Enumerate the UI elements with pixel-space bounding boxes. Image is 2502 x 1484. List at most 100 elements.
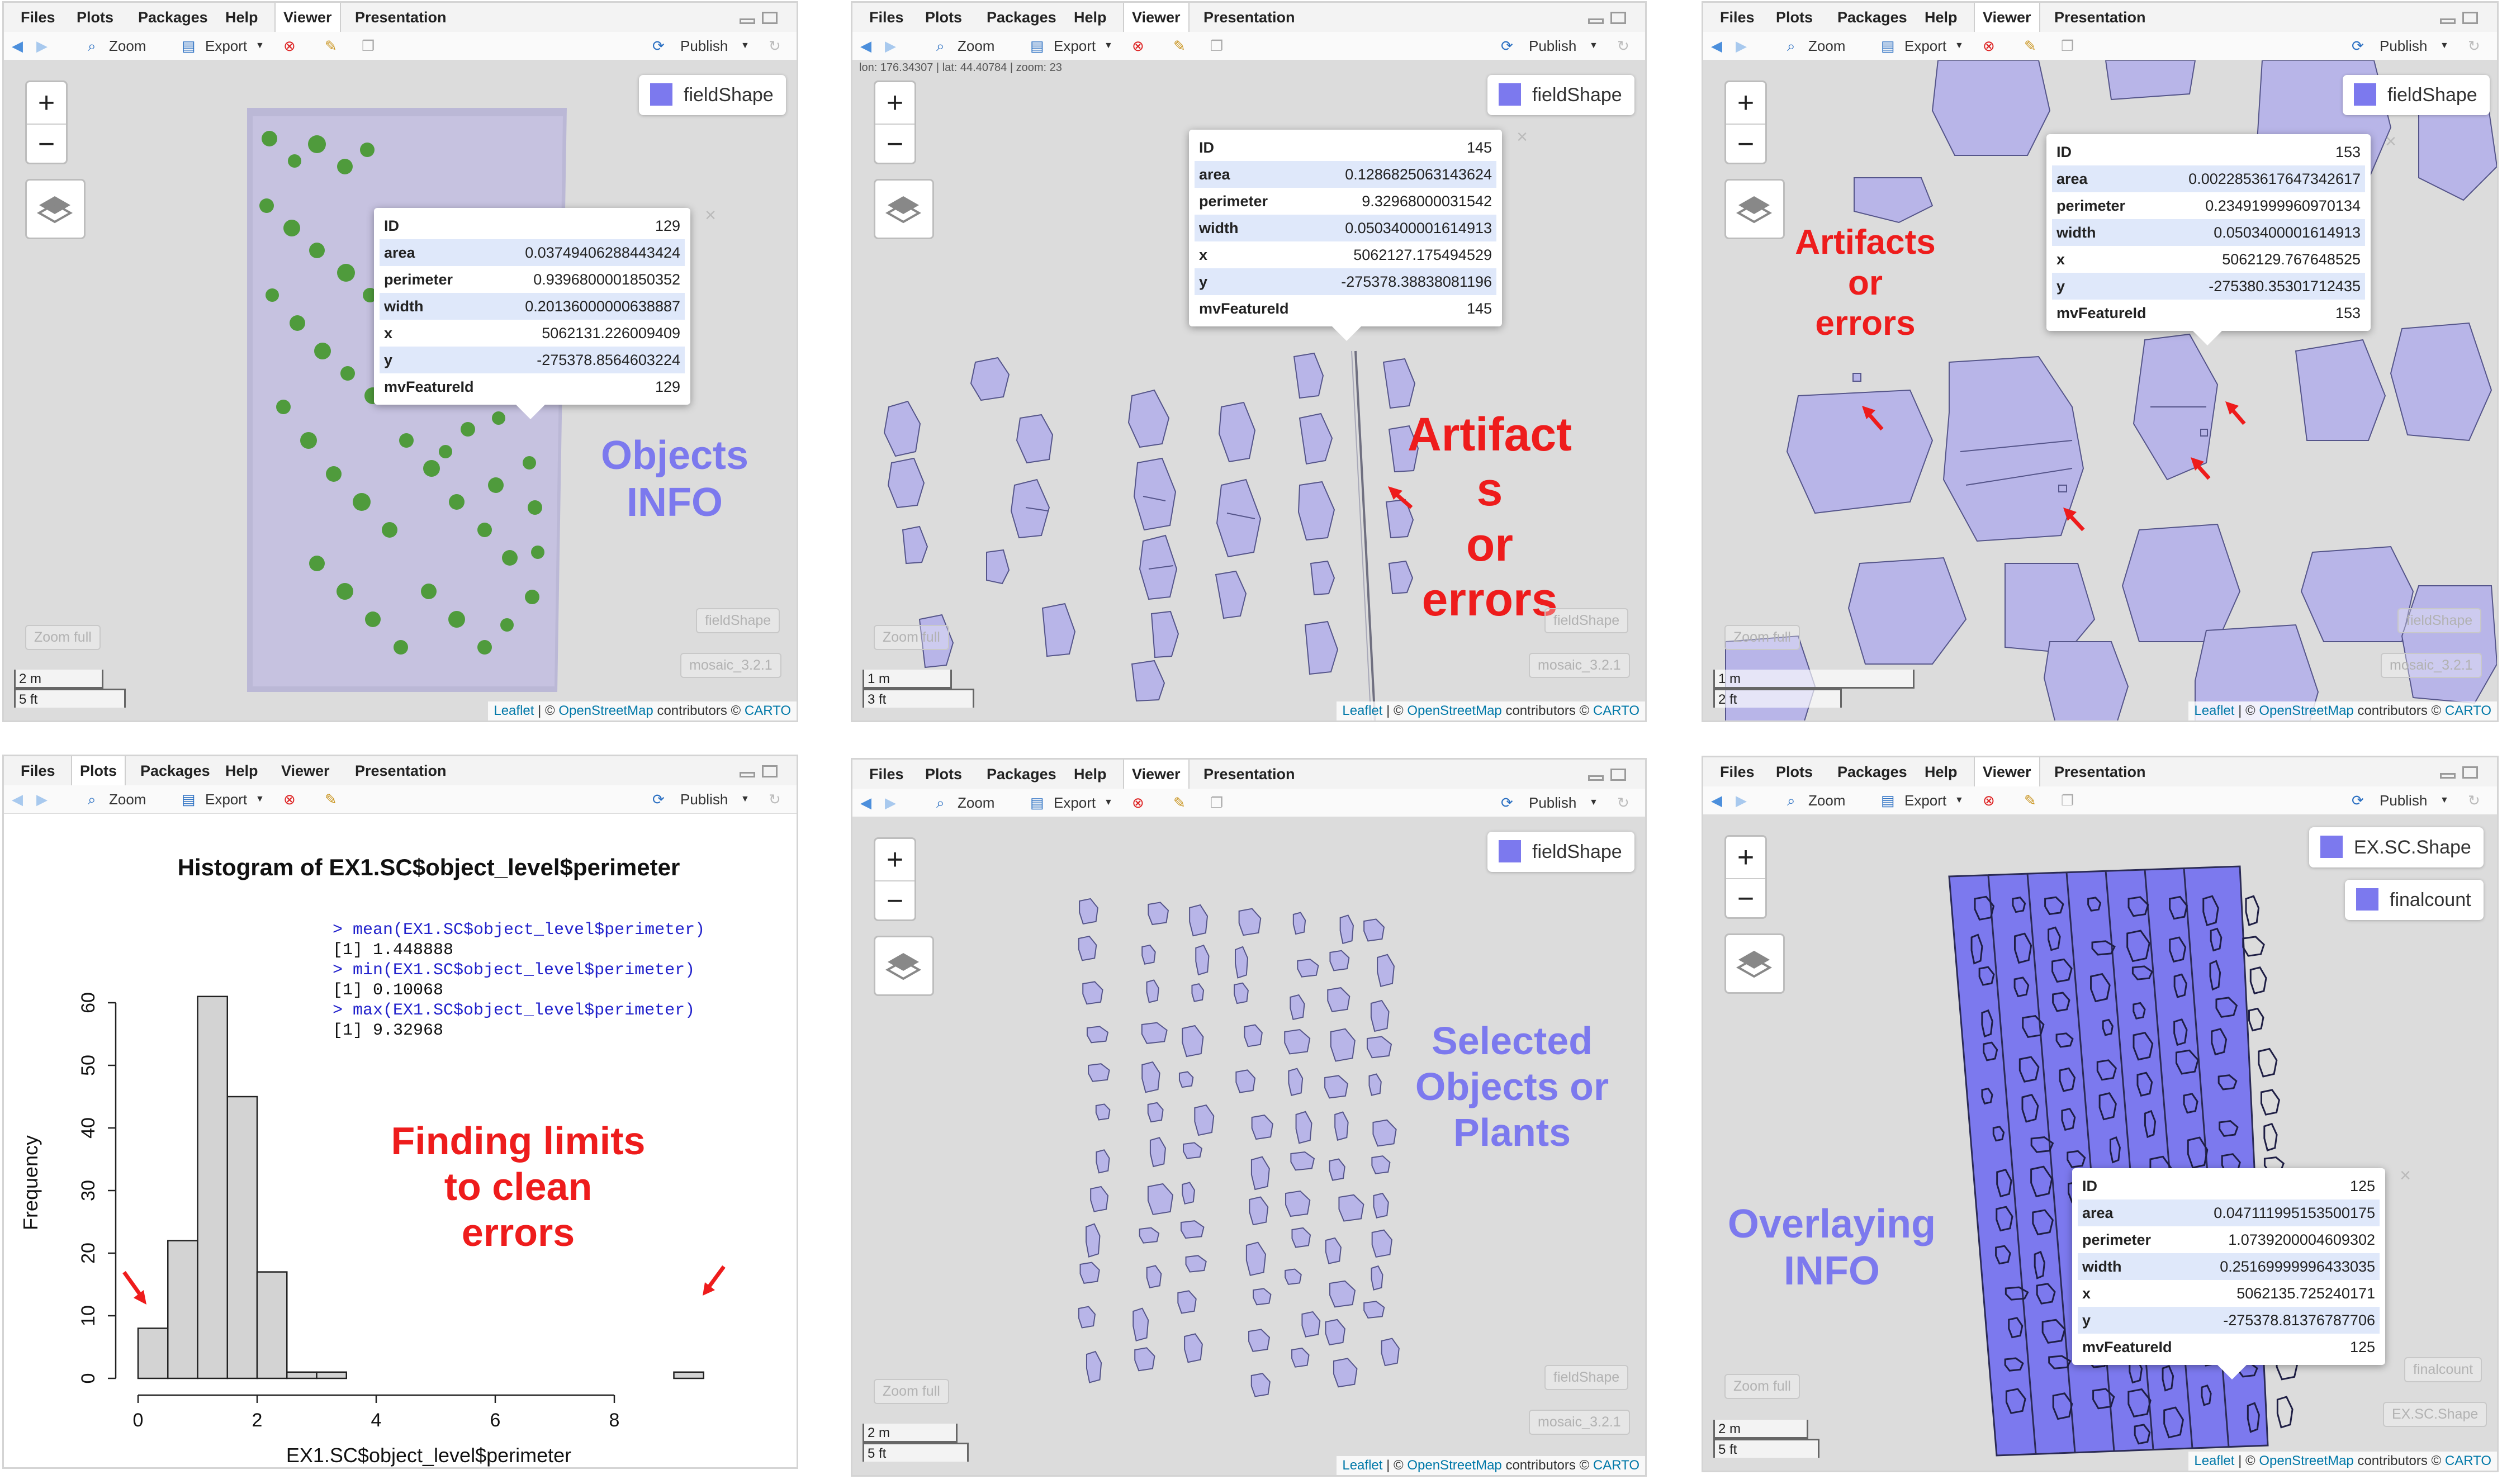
publish-button[interactable]: Publish: [2380, 791, 2427, 810]
selected-object-shape[interactable]: [1329, 1280, 1356, 1308]
selected-object-shape[interactable]: [1180, 1220, 1205, 1239]
selected-object-shape[interactable]: [1250, 1373, 1271, 1397]
selected-object-shape[interactable]: [1245, 1241, 1267, 1276]
close-icon[interactable]: ×: [1517, 126, 1528, 148]
osm-link[interactable]: OpenStreetMap: [2259, 703, 2353, 718]
selected-object-shape[interactable]: [1141, 944, 1156, 965]
tab-packages[interactable]: Packages: [138, 3, 208, 32]
zoom-icon[interactable]: ⌕: [1787, 791, 1795, 810]
forward-arrow-icon[interactable]: ▶: [1736, 791, 1747, 810]
tab-files[interactable]: Files: [1720, 757, 1755, 786]
selected-object-shape[interactable]: [1381, 1338, 1400, 1367]
layers-control[interactable]: [874, 179, 934, 239]
selected-object-shape[interactable]: [1086, 1350, 1102, 1383]
selected-object-shape[interactable]: [1086, 1026, 1109, 1044]
zoom-icon[interactable]: ⌕: [88, 790, 96, 809]
forward-arrow-icon[interactable]: ▶: [885, 36, 896, 55]
publish-icon[interactable]: ⟳: [2352, 36, 2364, 55]
selected-object-shape[interactable]: [1141, 1061, 1160, 1093]
export-icon[interactable]: ▤: [1030, 793, 1044, 812]
map-canvas[interactable]: lon: 176.34307 | lat: 44.40784 | zoom: 2…: [852, 60, 1645, 720]
close-icon[interactable]: ×: [705, 205, 716, 226]
layers-control[interactable]: [874, 936, 934, 996]
selected-object-shape[interactable]: [1139, 1227, 1160, 1244]
layer-toggle-mosaic[interactable]: mosaic_3.2.1: [680, 653, 781, 678]
selected-object-shape[interactable]: [1090, 1186, 1109, 1212]
chevron-down-icon[interactable]: ▼: [1104, 36, 1113, 55]
selected-object-shape[interactable]: [1178, 1071, 1194, 1088]
close-icon[interactable]: ×: [2385, 131, 2396, 153]
close-icon[interactable]: ×: [2400, 1165, 2411, 1187]
publish-button[interactable]: Publish: [680, 790, 728, 809]
osm-link[interactable]: OpenStreetMap: [1407, 703, 1501, 718]
selected-object-shape[interactable]: [1132, 1307, 1149, 1341]
tab-presentation[interactable]: Presentation: [2054, 3, 2146, 32]
back-arrow-icon[interactable]: ◀: [12, 790, 23, 809]
carto-link[interactable]: CARTO: [745, 703, 791, 718]
carto-link[interactable]: CARTO: [2445, 703, 2491, 718]
tab-help[interactable]: Help: [225, 756, 258, 785]
tab-presentation[interactable]: Presentation: [355, 756, 447, 785]
minimize-icon[interactable]: [740, 18, 755, 24]
selected-object-shape[interactable]: [1250, 1156, 1270, 1191]
selected-object-shape[interactable]: [1078, 935, 1097, 961]
broom-icon[interactable]: ✎: [1173, 793, 1186, 812]
osm-link[interactable]: OpenStreetMap: [558, 703, 653, 718]
map-canvas[interactable]: + − fieldShape × ID 129 area 0.03749406288…: [4, 60, 797, 720]
selected-object-shape[interactable]: [1249, 1196, 1269, 1226]
maximize-icon[interactable]: [1610, 12, 1626, 24]
selected-object-shape[interactable]: [1078, 1306, 1096, 1329]
zoom-out-button[interactable]: −: [875, 124, 914, 165]
forward-arrow-icon[interactable]: ▶: [1736, 36, 1747, 55]
forward-arrow-icon[interactable]: ▶: [885, 793, 896, 812]
publish-button[interactable]: Publish: [680, 36, 728, 55]
selected-object-shape[interactable]: [1183, 1142, 1203, 1159]
selected-object-shape[interactable]: [1146, 1265, 1162, 1288]
export-icon[interactable]: ▤: [1881, 36, 1895, 55]
zoom-full-button[interactable]: Zoom full: [874, 1379, 949, 1404]
layer-toggle-fieldshape[interactable]: fieldShape: [1544, 1365, 1629, 1390]
leaflet-link[interactable]: Leaflet: [494, 703, 534, 718]
maximize-icon[interactable]: [2462, 12, 2478, 24]
selected-object-shape[interactable]: [1291, 1347, 1310, 1368]
selected-object-shape[interactable]: [1182, 1025, 1204, 1058]
chevron-down-icon[interactable]: ▼: [255, 36, 264, 55]
zoom-in-button[interactable]: +: [1726, 82, 1765, 125]
tab-plots[interactable]: Plots: [1776, 3, 1813, 32]
selected-object-shape[interactable]: [1329, 1158, 1345, 1181]
object-outline[interactable]: [2258, 1047, 2278, 1078]
zoom-out-button[interactable]: −: [1726, 878, 1765, 919]
refresh-icon[interactable]: ↻: [2468, 36, 2480, 55]
selected-object-shape[interactable]: [1096, 1149, 1110, 1174]
layer-toggle-fieldshape[interactable]: fieldShape: [696, 608, 780, 633]
chevron-down-icon[interactable]: ▼: [1955, 36, 1964, 55]
selected-object-shape[interactable]: [1194, 1104, 1215, 1136]
selected-object-shape[interactable]: [1149, 1137, 1166, 1168]
zoom-icon[interactable]: ⌕: [936, 36, 945, 55]
selected-object-shape[interactable]: [1297, 959, 1319, 978]
refresh-icon[interactable]: ↻: [2468, 791, 2480, 810]
selected-object-shape[interactable]: [1330, 1028, 1356, 1062]
export-button[interactable]: Export: [1904, 791, 1946, 810]
selected-object-shape[interactable]: [1368, 1073, 1382, 1096]
publish-icon[interactable]: ⟳: [1501, 36, 1513, 55]
tab-viewer[interactable]: Viewer: [281, 756, 330, 785]
selected-object-shape[interactable]: [1086, 1223, 1101, 1258]
close-icon[interactable]: ⊗: [283, 790, 296, 809]
selected-object-shape[interactable]: [1285, 1190, 1311, 1217]
selected-object-shape[interactable]: [1363, 918, 1385, 942]
tab-viewer[interactable]: Viewer: [1974, 757, 2040, 786]
tab-packages[interactable]: Packages: [1837, 3, 1907, 32]
map-canvas[interactable]: + − fieldShape Selected Objects or Plants …: [852, 817, 1645, 1475]
selected-object-shape[interactable]: [1371, 1265, 1383, 1291]
object-outline[interactable]: [2248, 1007, 2264, 1032]
export-icon[interactable]: ▤: [1881, 791, 1895, 810]
tab-viewer[interactable]: Viewer: [1123, 760, 1190, 789]
selected-object-shape[interactable]: [1373, 1192, 1389, 1219]
layer-toggle-mosaic[interactable]: mosaic_3.2.1: [1529, 653, 1630, 678]
chevron-down-icon[interactable]: ▼: [1104, 793, 1113, 812]
tab-viewer[interactable]: Viewer: [1974, 3, 2040, 32]
leaflet-link[interactable]: Leaflet: [1342, 1458, 1382, 1473]
selected-object-shape[interactable]: [1372, 1119, 1397, 1147]
map-canvas[interactable]: + − fieldShape × ID 153 area 0.00228536176…: [1703, 60, 2497, 720]
